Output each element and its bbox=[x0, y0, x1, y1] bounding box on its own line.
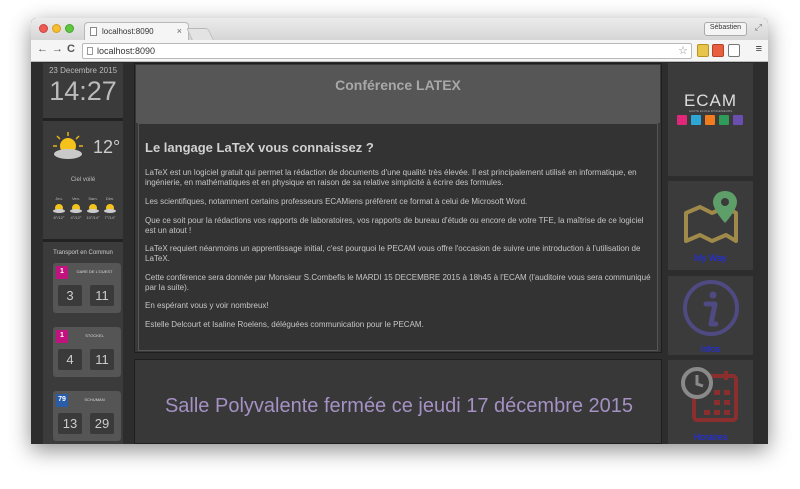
back-button[interactable]: ← bbox=[37, 43, 48, 55]
forecast-day: Jeu. 8°/12° bbox=[50, 196, 68, 220]
info-icon bbox=[683, 280, 739, 336]
address-bar[interactable]: localhost:8090 ☆ bbox=[82, 43, 692, 59]
conference-panel: Conférence LATEX Le langage LaTeX vous c… bbox=[134, 63, 662, 353]
weather-condition: Ciel voilé bbox=[70, 177, 96, 183]
article-paragraph: Estelle Delcourt et Isaline Roelens, dél… bbox=[145, 320, 424, 329]
forecast-day: Ven. 4°/12° bbox=[67, 196, 85, 220]
forecast-temps: 4°/12° bbox=[70, 215, 82, 220]
map-icon bbox=[684, 191, 738, 243]
address-url: localhost:8090 bbox=[97, 46, 156, 56]
stop-name: GARE DE L'OUEST bbox=[76, 269, 113, 274]
social-icon[interactable] bbox=[677, 115, 687, 125]
title-bar: localhost:8090 × Sébastien ⤢ bbox=[31, 18, 768, 40]
maximize-window-button[interactable] bbox=[65, 24, 74, 33]
horaires-tile[interactable]: Horaires bbox=[668, 360, 753, 444]
next-departure: 29 bbox=[90, 413, 114, 434]
page-icon bbox=[87, 47, 93, 55]
conference-body: Le langage LaTeX vous connaissez ? LaTeX… bbox=[138, 123, 658, 351]
forecast-day-name: Dim. bbox=[105, 196, 115, 201]
forward-button[interactable]: → bbox=[52, 43, 63, 55]
fullscreen-icon[interactable]: ⤢ bbox=[755, 22, 762, 33]
extension-icon[interactable] bbox=[697, 44, 709, 57]
forecast-day-name: Sam. bbox=[88, 196, 98, 201]
infos-label[interactable]: Infos bbox=[668, 344, 753, 354]
transport-card: 79 SCHUMAN 13 29 bbox=[53, 391, 121, 441]
horaires-label[interactable]: Horaires bbox=[668, 432, 753, 442]
dashboard-page: 23 Decembre 2015 14:27 12° Ciel voilé Je… bbox=[31, 63, 768, 444]
forecast-day-name: Jeu. bbox=[55, 196, 63, 201]
divider bbox=[43, 239, 123, 242]
cloudy-sun-icon bbox=[104, 204, 116, 213]
minimize-window-button[interactable] bbox=[52, 24, 61, 33]
new-tab-button[interactable] bbox=[186, 28, 214, 40]
my-way-tile[interactable]: My Way bbox=[668, 181, 753, 270]
next-departure: 11 bbox=[90, 285, 114, 306]
ecam-logo-tile: ECAM HAUTE ECOLE D'INGENIEURS bbox=[668, 63, 753, 176]
line-number-badge: 79 bbox=[56, 394, 68, 407]
social-icon[interactable] bbox=[691, 115, 701, 125]
article-paragraph: LaTeX requiert néanmoins un apprentissag… bbox=[145, 244, 641, 263]
divider bbox=[43, 118, 123, 121]
page-icon bbox=[90, 27, 97, 36]
next-departure: 11 bbox=[90, 349, 114, 370]
ecam-logo: ECAM bbox=[683, 91, 738, 110]
current-date: 23 Decembre 2015 bbox=[48, 66, 118, 75]
extension-icon[interactable] bbox=[712, 44, 724, 57]
notice-panel: Salle Polyvalente fermée ce jeudi 17 déc… bbox=[134, 359, 662, 444]
forecast-day: Dim. 7°/14° bbox=[101, 196, 119, 220]
cloudy-sun-icon bbox=[53, 132, 83, 159]
browser-toolbar: ← → C localhost:8090 ☆ ≡ bbox=[31, 40, 768, 62]
social-icon[interactable] bbox=[719, 115, 729, 125]
current-time: 14:27 bbox=[49, 76, 117, 106]
user-profile-button[interactable]: Sébastien bbox=[703, 22, 747, 36]
forecast-temps: 10°/14° bbox=[86, 215, 100, 220]
close-window-button[interactable] bbox=[39, 24, 48, 33]
main-content: Conférence LATEX Le langage LaTeX vous c… bbox=[134, 63, 662, 444]
line-number-badge: 1 bbox=[56, 330, 68, 343]
conference-header: Conférence LATEX bbox=[136, 65, 660, 123]
forecast-temps: 7°/14° bbox=[104, 215, 116, 220]
article-paragraph: En espérant vous y voir nombreux! bbox=[145, 301, 269, 310]
right-sidebar: ECAM HAUTE ECOLE D'INGENIEURS My Way Inf… bbox=[668, 63, 753, 444]
reload-button[interactable]: C bbox=[67, 43, 75, 55]
temperature: 12° bbox=[93, 137, 121, 157]
social-icon[interactable] bbox=[733, 115, 743, 125]
cloudy-sun-icon bbox=[87, 204, 99, 213]
transport-title: Transport en Commun bbox=[53, 250, 113, 256]
article-paragraph: Que ce soit pour la rédactions vos rappo… bbox=[145, 216, 644, 235]
article-paragraph: Cette conférence sera donnée par Monsieu… bbox=[145, 273, 651, 292]
forecast-temps: 8°/12° bbox=[53, 215, 65, 220]
transport-card: 1 GARE DE L'OUEST 3 11 bbox=[53, 263, 121, 313]
next-departure: 4 bbox=[58, 349, 82, 370]
tab-title: localhost:8090 bbox=[102, 27, 154, 36]
calendar-clock-icon bbox=[681, 367, 738, 422]
notice-text: Salle Polyvalente fermée ce jeudi 17 déc… bbox=[164, 395, 634, 417]
cloudy-sun-icon bbox=[53, 204, 65, 213]
transport-card: 1 STOCKEL 4 11 bbox=[53, 327, 121, 377]
article-heading: Le langage LaTeX vous connaissez ? bbox=[145, 140, 374, 155]
conference-title: Conférence LATEX bbox=[335, 77, 461, 93]
social-icon[interactable] bbox=[705, 115, 715, 125]
ecam-logo-subtitle: HAUTE ECOLE D'INGENIEURS bbox=[688, 109, 733, 113]
left-sidebar: 23 Decembre 2015 14:27 12° Ciel voilé Je… bbox=[43, 63, 123, 444]
next-departure: 3 bbox=[58, 285, 82, 306]
browser-window: localhost:8090 × Sébastien ⤢ ← → C local… bbox=[31, 18, 768, 444]
article-paragraph: Les scientifiques, notamment certains pr… bbox=[145, 197, 528, 206]
bookmark-star-icon[interactable]: ☆ bbox=[678, 44, 688, 57]
cloudy-sun-icon bbox=[70, 204, 82, 213]
my-way-label[interactable]: My Way bbox=[668, 253, 753, 263]
cast-icon[interactable] bbox=[728, 44, 740, 57]
stop-name: SCHUMAN bbox=[84, 397, 105, 402]
stop-name: STOCKEL bbox=[85, 333, 104, 338]
browser-tab[interactable]: localhost:8090 × bbox=[84, 22, 189, 40]
article-paragraph: LaTeX est un logiciel gratuit qui permet… bbox=[145, 168, 637, 187]
infos-tile[interactable]: Infos bbox=[668, 276, 753, 355]
forecast-day-name: Ven. bbox=[71, 196, 80, 201]
tab-close-icon[interactable]: × bbox=[177, 26, 182, 36]
forecast-day: Sam. 10°/14° bbox=[84, 196, 102, 220]
line-number-badge: 1 bbox=[56, 266, 68, 279]
next-departure: 13 bbox=[58, 413, 82, 434]
menu-icon[interactable]: ≡ bbox=[756, 43, 762, 55]
